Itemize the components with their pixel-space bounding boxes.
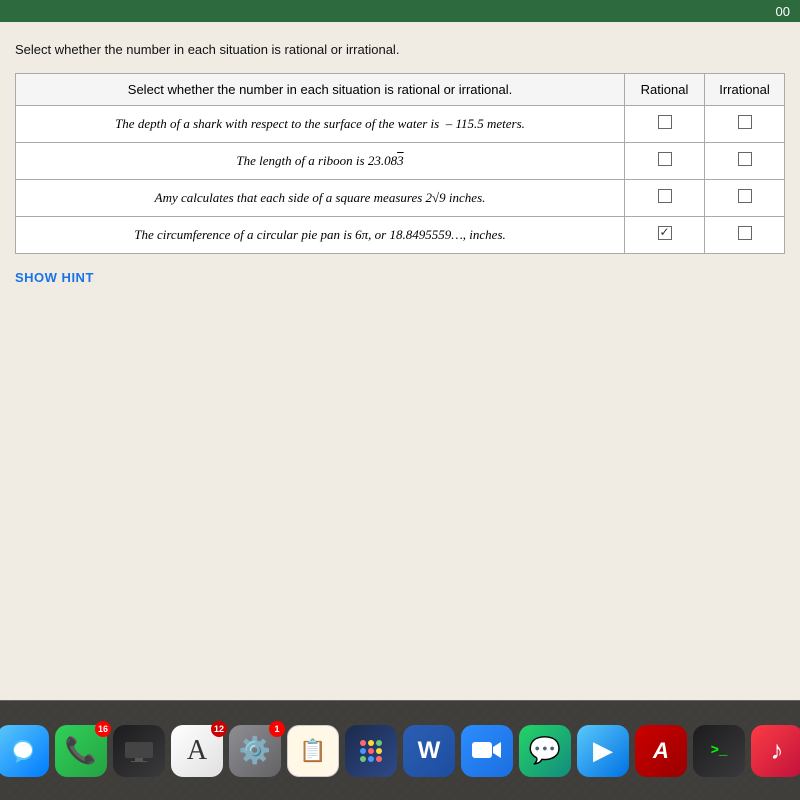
row1-rational-checkbox[interactable] bbox=[658, 115, 672, 129]
row4-description: The circumference of a circular pie pan … bbox=[16, 217, 625, 254]
music-icon: ♪ bbox=[751, 725, 800, 777]
row2-rational-cell bbox=[625, 143, 705, 180]
dock-item-launchpad[interactable] bbox=[345, 725, 397, 777]
dock-item-phone[interactable]: 📞 16 bbox=[55, 725, 107, 777]
table-row: The depth of a shark with respect to the… bbox=[16, 106, 785, 143]
dock: 📞 16 A 12 ⚙️ 1 📋 bbox=[0, 700, 800, 800]
row2-description: The length of a riboon is 23.083 bbox=[16, 143, 625, 180]
table-row: The length of a riboon is 23.083 bbox=[16, 143, 785, 180]
dock-item-word[interactable]: W bbox=[403, 725, 455, 777]
terminal-icon: >_ bbox=[693, 725, 745, 777]
row4-irrational-cell bbox=[705, 217, 785, 254]
reminders-icon: 📋 bbox=[287, 725, 339, 777]
settings-badge: 1 bbox=[269, 721, 285, 737]
row4-rational-checkbox[interactable] bbox=[658, 226, 672, 240]
row3-irrational-checkbox[interactable] bbox=[738, 189, 752, 203]
dock-item-reminders[interactable]: 📋 bbox=[287, 725, 339, 777]
appletv-icon bbox=[113, 725, 165, 777]
row3-rational-cell bbox=[625, 180, 705, 217]
phone-icon: 📞 16 bbox=[55, 725, 107, 777]
instruction-text: Select whether the number in each situat… bbox=[15, 42, 785, 57]
dock-item-imovie[interactable]: ▶ bbox=[577, 725, 629, 777]
dock-item-music[interactable]: ♪ bbox=[751, 725, 800, 777]
dock-item-terminal[interactable]: >_ bbox=[693, 725, 745, 777]
row1-rational-cell bbox=[625, 106, 705, 143]
dock-item-acrobat[interactable]: A bbox=[635, 725, 687, 777]
messages-icon bbox=[0, 725, 49, 777]
row2-rational-checkbox[interactable] bbox=[658, 152, 672, 166]
table-header-description: Select whether the number in each situat… bbox=[16, 74, 625, 106]
row4-rational-cell bbox=[625, 217, 705, 254]
launchpad-icon bbox=[345, 725, 397, 777]
content-area: Select whether the number in each situat… bbox=[0, 22, 800, 700]
row2-irrational-checkbox[interactable] bbox=[738, 152, 752, 166]
row1-irrational-cell bbox=[705, 106, 785, 143]
top-bar: 00 bbox=[0, 0, 800, 22]
table-row: The circumference of a circular pie pan … bbox=[16, 217, 785, 254]
dock-item-settings[interactable]: ⚙️ 1 bbox=[229, 725, 281, 777]
quiz-table: Select whether the number in each situat… bbox=[15, 73, 785, 254]
row3-irrational-cell bbox=[705, 180, 785, 217]
show-hint-button[interactable]: SHOW HINT bbox=[15, 270, 785, 285]
row1-description: The depth of a shark with respect to the… bbox=[16, 106, 625, 143]
imovie-icon: ▶ bbox=[577, 725, 629, 777]
zoom-icon bbox=[461, 725, 513, 777]
row4-irrational-checkbox[interactable] bbox=[738, 226, 752, 240]
dock-item-fontbook[interactable]: A 12 bbox=[171, 725, 223, 777]
clock: 00 bbox=[776, 4, 790, 19]
fontbook-icon: A 12 bbox=[171, 725, 223, 777]
row3-description: Amy calculates that each side of a squar… bbox=[16, 180, 625, 217]
table-header-irrational: Irrational bbox=[705, 74, 785, 106]
row3-rational-checkbox[interactable] bbox=[658, 189, 672, 203]
table-header-rational: Rational bbox=[625, 74, 705, 106]
dock-item-messages[interactable] bbox=[0, 725, 49, 777]
dock-item-whatsapp[interactable]: 💬 bbox=[519, 725, 571, 777]
row2-irrational-cell bbox=[705, 143, 785, 180]
fontbook-badge: 12 bbox=[211, 721, 227, 737]
phone-badge: 16 bbox=[95, 721, 111, 737]
whatsapp-icon: 💬 bbox=[519, 725, 571, 777]
row1-irrational-checkbox[interactable] bbox=[738, 115, 752, 129]
acrobat-icon: A bbox=[635, 725, 687, 777]
settings-icon: ⚙️ 1 bbox=[229, 725, 281, 777]
dock-item-zoom[interactable] bbox=[461, 725, 513, 777]
dock-item-appletv[interactable] bbox=[113, 725, 165, 777]
word-icon: W bbox=[403, 725, 455, 777]
table-row: Amy calculates that each side of a squar… bbox=[16, 180, 785, 217]
